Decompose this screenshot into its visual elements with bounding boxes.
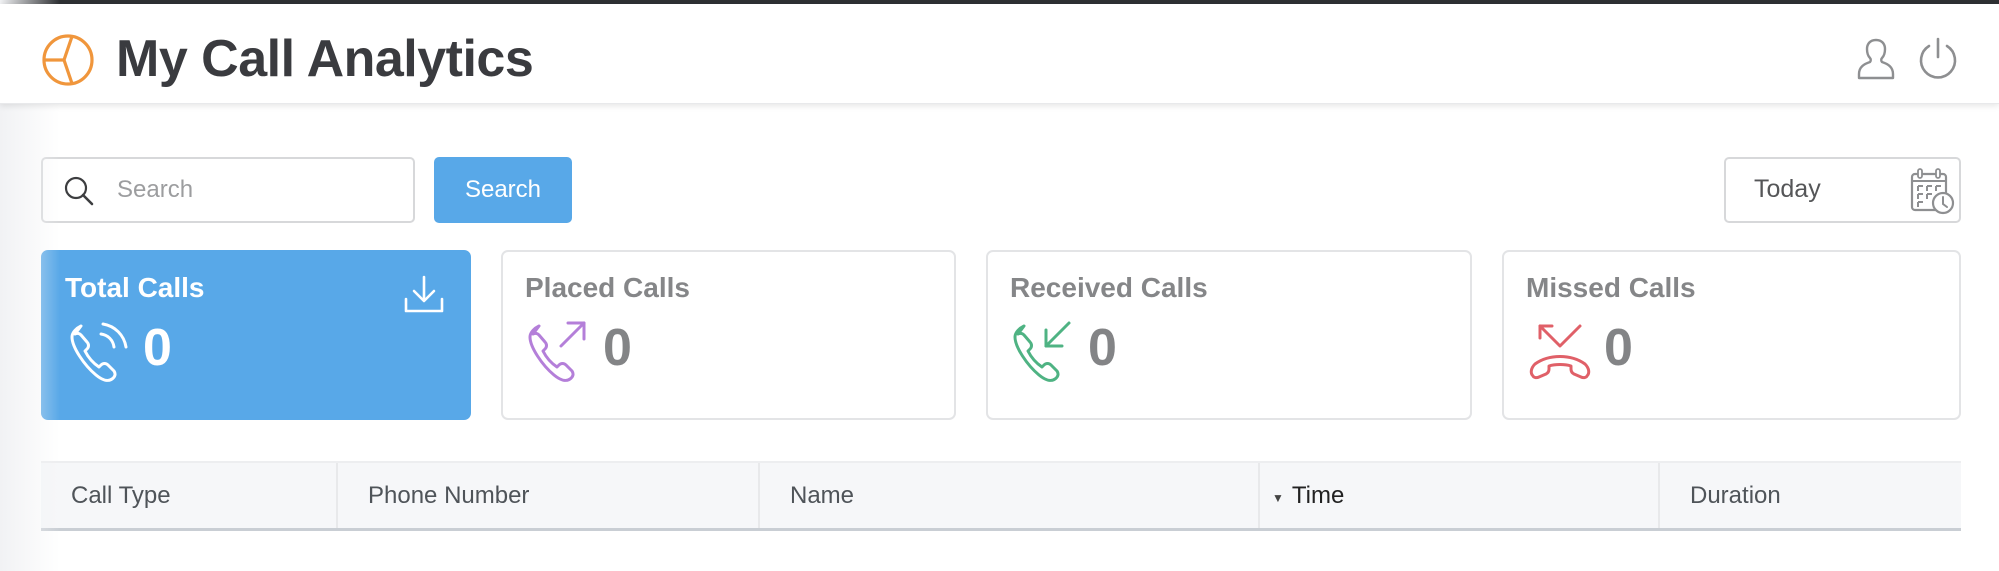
card-value: 0 (143, 319, 172, 377)
date-range-picker[interactable]: Today (1724, 157, 1961, 223)
calls-table-header: Call Type Phone Number Name ▼ Time Durat… (41, 461, 1961, 531)
card-title: Placed Calls (525, 272, 690, 303)
card-missed-calls[interactable]: Missed Calls 0 (1502, 250, 1961, 420)
card-title: Total Calls (65, 272, 205, 303)
phone-outgoing-icon (528, 321, 586, 382)
column-header-phone-number[interactable]: Phone Number (338, 463, 760, 528)
column-label: Time (1291, 481, 1345, 509)
column-header-call-type[interactable]: Call Type (41, 463, 338, 528)
card-value: 0 (1088, 319, 1117, 377)
download-icon[interactable] (403, 274, 445, 316)
card-title: Missed Calls (1526, 272, 1696, 303)
sort-descending-icon: ▼ (1272, 490, 1284, 505)
card-total-calls[interactable]: Total Calls 0 (41, 250, 471, 420)
phone-ringing-icon (70, 322, 128, 382)
search-field[interactable] (41, 157, 415, 223)
column-label: Call Type (71, 481, 171, 509)
column-label: Name (790, 481, 855, 509)
user-icon[interactable] (1854, 36, 1898, 82)
app-header: My Call Analytics (0, 4, 1999, 104)
card-placed-calls[interactable]: Placed Calls 0 (501, 250, 956, 420)
phone-incoming-icon (1013, 321, 1071, 382)
main-content: Search Today Total Calls (0, 104, 1999, 571)
power-icon[interactable] (1916, 36, 1960, 82)
card-value: 0 (603, 319, 632, 377)
column-header-duration[interactable]: Duration (1660, 463, 1961, 528)
search-icon (64, 176, 94, 206)
phone-missed-icon (1529, 324, 1591, 380)
card-value: 0 (1604, 319, 1633, 377)
date-range-label: Today (1754, 175, 1821, 203)
calendar-clock-icon (1910, 168, 1955, 215)
card-received-calls[interactable]: Received Calls 0 (986, 250, 1472, 420)
app-title: My Call Analytics (116, 30, 534, 88)
pie-chart-icon (42, 34, 94, 86)
column-label: Duration (1690, 481, 1781, 509)
search-input[interactable] (117, 169, 407, 211)
search-button[interactable]: Search (434, 157, 572, 223)
card-title: Received Calls (1010, 272, 1208, 303)
column-header-name[interactable]: Name (760, 463, 1260, 528)
column-label: Phone Number (368, 481, 530, 509)
column-header-time[interactable]: ▼ Time (1260, 463, 1660, 528)
